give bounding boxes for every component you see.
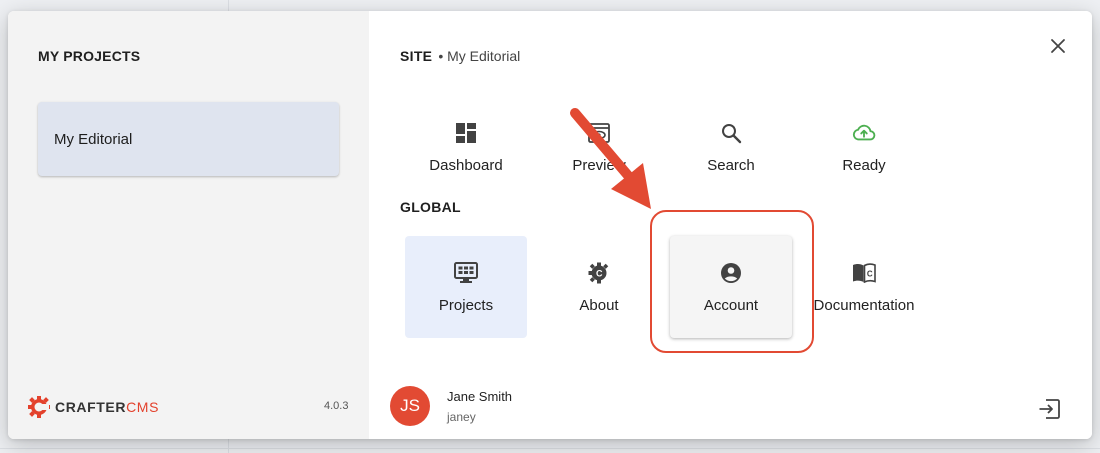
project-card-label: My Editorial — [54, 130, 133, 148]
book-icon: C — [852, 261, 876, 285]
global-navigation-dialog: MY PROJECTS My Editorial CRAFTERCMS 4.0.… — [8, 11, 1092, 439]
projects-panel-title: MY PROJECTS — [38, 48, 141, 64]
avatar: JS — [390, 386, 430, 426]
tile-account[interactable]: Account — [670, 236, 792, 338]
preview-icon — [587, 121, 611, 145]
projects-icon — [454, 261, 478, 285]
search-icon — [719, 121, 743, 145]
tile-account-label: Account — [703, 296, 759, 314]
crafter-cms-logo: CRAFTERCMS — [27, 394, 159, 420]
crafter-gear-logo-icon — [28, 396, 50, 418]
navigation-panel: SITE • My Editorial Dashboard Preview Se… — [369, 11, 1092, 439]
brand-wordmark-cms: CMS — [126, 399, 160, 415]
logout-icon — [1039, 399, 1060, 419]
tile-documentation[interactable]: C Documentation — [803, 236, 925, 338]
tile-dashboard-label: Dashboard — [429, 156, 503, 174]
tile-dashboard[interactable]: Dashboard — [405, 96, 527, 198]
tile-documentation-label: Documentation — [813, 296, 915, 314]
close-button[interactable] — [1046, 34, 1070, 58]
site-heading-label: SITE — [400, 48, 433, 64]
crafter-gear-icon: C — [587, 261, 611, 285]
tile-projects-label: Projects — [438, 296, 494, 314]
tile-projects[interactable]: Projects — [405, 236, 527, 338]
user-name: Jane Smith — [447, 389, 513, 404]
tile-about-label: About — [579, 296, 619, 314]
tile-search-label: Search — [707, 156, 755, 174]
tile-about[interactable]: C About — [538, 236, 660, 338]
account-circle-icon — [719, 261, 743, 285]
tile-preview-label: Preview — [572, 156, 626, 174]
svg-text:C: C — [867, 269, 873, 278]
logout-button[interactable] — [1036, 396, 1062, 422]
cloud-upload-icon — [852, 121, 876, 145]
brand-wordmark: CRAFTERCMS — [55, 399, 159, 415]
site-heading-project: • My Editorial — [438, 48, 521, 64]
user-username: janey — [447, 410, 476, 424]
version-label: 4.0.3 — [324, 400, 349, 412]
dashboard-icon — [454, 121, 478, 145]
projects-panel: MY PROJECTS My Editorial CRAFTERCMS 4.0.… — [8, 11, 369, 439]
project-card-my-editorial[interactable]: My Editorial — [38, 102, 339, 176]
brand-wordmark-crafter: CRAFTER — [55, 399, 127, 415]
site-section-heading: SITE • My Editorial — [400, 48, 520, 64]
svg-text:C: C — [596, 268, 603, 278]
tile-ready[interactable]: Ready — [803, 96, 925, 198]
global-section-heading: GLOBAL — [400, 199, 461, 215]
close-icon — [1051, 39, 1065, 53]
tile-preview[interactable]: Preview — [538, 96, 660, 198]
tile-ready-label: Ready — [842, 156, 886, 174]
tile-search[interactable]: Search — [670, 96, 792, 198]
